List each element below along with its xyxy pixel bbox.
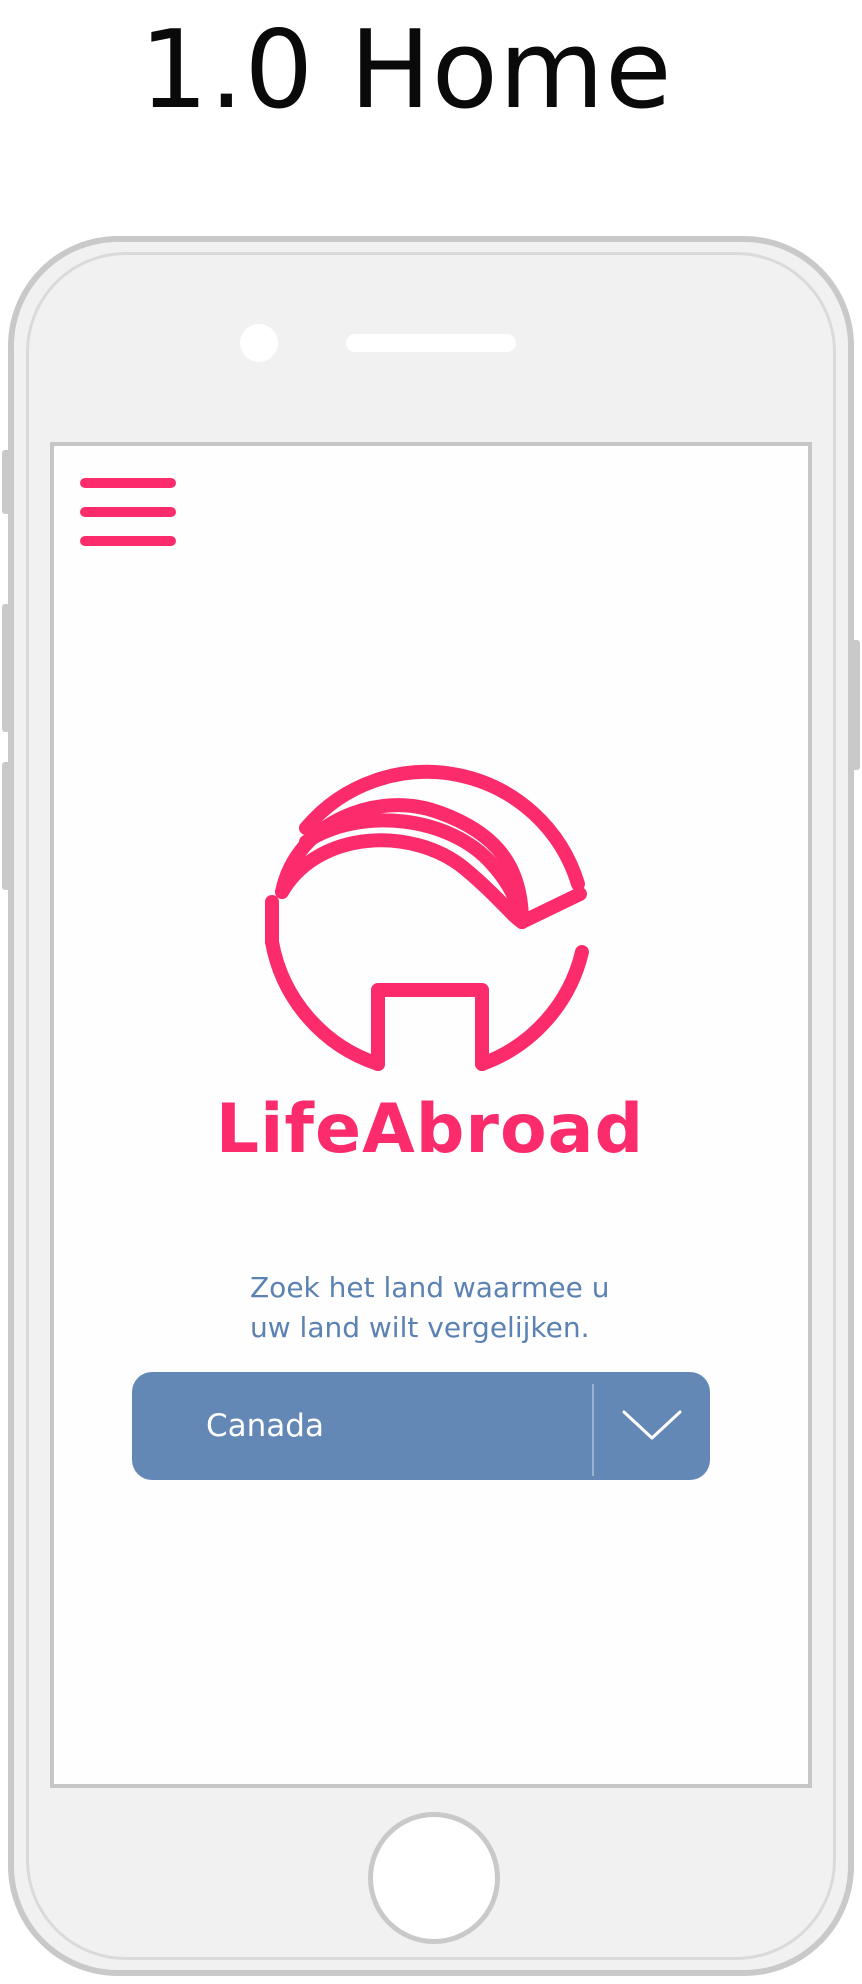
- brand-name: LifeAbroad: [215, 1090, 645, 1169]
- country-prompt: Zoek het land waarmee u uw land wilt ver…: [250, 1268, 670, 1348]
- power-button: [852, 640, 860, 770]
- country-select[interactable]: Canada: [132, 1372, 710, 1480]
- chevron-down-icon[interactable]: [614, 1394, 690, 1458]
- prompt-line-1: Zoek het land waarmee u: [250, 1271, 610, 1304]
- menu-line: [80, 478, 176, 488]
- front-camera: [240, 324, 278, 362]
- menu-line: [80, 536, 176, 546]
- mute-switch: [2, 450, 10, 514]
- volume-down-button: [2, 762, 10, 890]
- hamburger-menu-icon[interactable]: [80, 476, 176, 548]
- menu-line: [80, 507, 176, 517]
- volume-up-button: [2, 604, 10, 732]
- house-globe-logo-icon: [265, 764, 589, 1071]
- country-select-value: Canada: [206, 1408, 324, 1444]
- page-title: 1.0 Home: [139, 7, 673, 133]
- home-button[interactable]: [368, 1812, 500, 1944]
- select-divider: [592, 1384, 594, 1476]
- prompt-line-2: uw land wilt vergelijken.: [250, 1311, 590, 1344]
- earpiece-speaker: [346, 334, 516, 352]
